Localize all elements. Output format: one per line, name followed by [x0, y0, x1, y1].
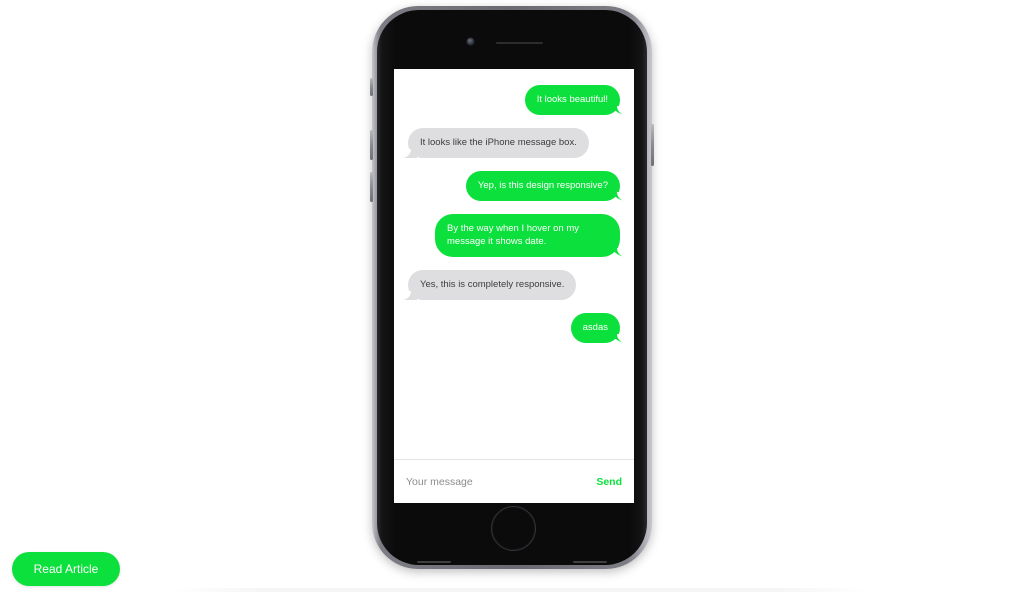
read-article-button[interactable]: Read Article	[12, 552, 120, 586]
home-button[interactable]	[491, 506, 536, 551]
message-list[interactable]: It looks beautiful! It looks like the iP…	[394, 69, 634, 459]
phone-top-bezel	[377, 10, 647, 69]
chassis-bottom-left-mark	[417, 561, 451, 563]
phone-screen: It looks beautiful! It looks like the iP…	[394, 69, 634, 503]
phone-body: It looks beautiful! It looks like the iP…	[377, 10, 647, 565]
message-row: It looks beautiful!	[402, 85, 628, 115]
message-input[interactable]	[406, 475, 589, 488]
send-button[interactable]: Send	[588, 476, 622, 488]
volume-down-button[interactable]	[370, 172, 373, 202]
message-row: By the way when I hover on my message it…	[402, 214, 627, 257]
message-bubble-sent[interactable]: asdas	[570, 313, 628, 343]
message-bubble-received[interactable]: Yes, this is completely responsive.	[400, 270, 577, 300]
message-row: asdas	[402, 313, 628, 343]
message-text: asdas	[582, 322, 608, 333]
message-row: It looks like the iPhone message box.	[401, 128, 626, 158]
message-text: By the way when I hover on my message it…	[447, 223, 580, 247]
page-bottom-edge	[170, 588, 870, 592]
message-text: Yes, this is completely responsive.	[420, 279, 565, 290]
message-composer: Send	[394, 459, 634, 503]
message-text: Yep, is this design responsive?	[477, 180, 608, 191]
message-bubble-sent[interactable]: By the way when I hover on my message it…	[435, 214, 627, 257]
camera-icon	[467, 38, 474, 45]
volume-up-button[interactable]	[370, 130, 373, 160]
message-bubble-received[interactable]: It looks like the iPhone message box.	[401, 128, 589, 158]
page-root: It looks beautiful! It looks like the iP…	[0, 0, 1024, 592]
message-row: Yes, this is completely responsive.	[400, 270, 626, 300]
message-row: Yep, is this design responsive?	[402, 171, 628, 201]
message-bubble-sent[interactable]: It looks beautiful!	[524, 85, 628, 115]
chassis-bottom-right-mark	[573, 561, 607, 563]
iphone-mockup: It looks beautiful! It looks like the iP…	[370, 6, 654, 569]
speaker-grille-icon	[496, 42, 543, 44]
message-bubble-sent[interactable]: Yep, is this design responsive?	[465, 171, 628, 201]
power-button[interactable]	[651, 124, 654, 166]
message-text: It looks beautiful!	[536, 94, 608, 105]
message-text: It looks like the iPhone message box.	[420, 137, 577, 148]
silent-switch[interactable]	[370, 78, 373, 96]
